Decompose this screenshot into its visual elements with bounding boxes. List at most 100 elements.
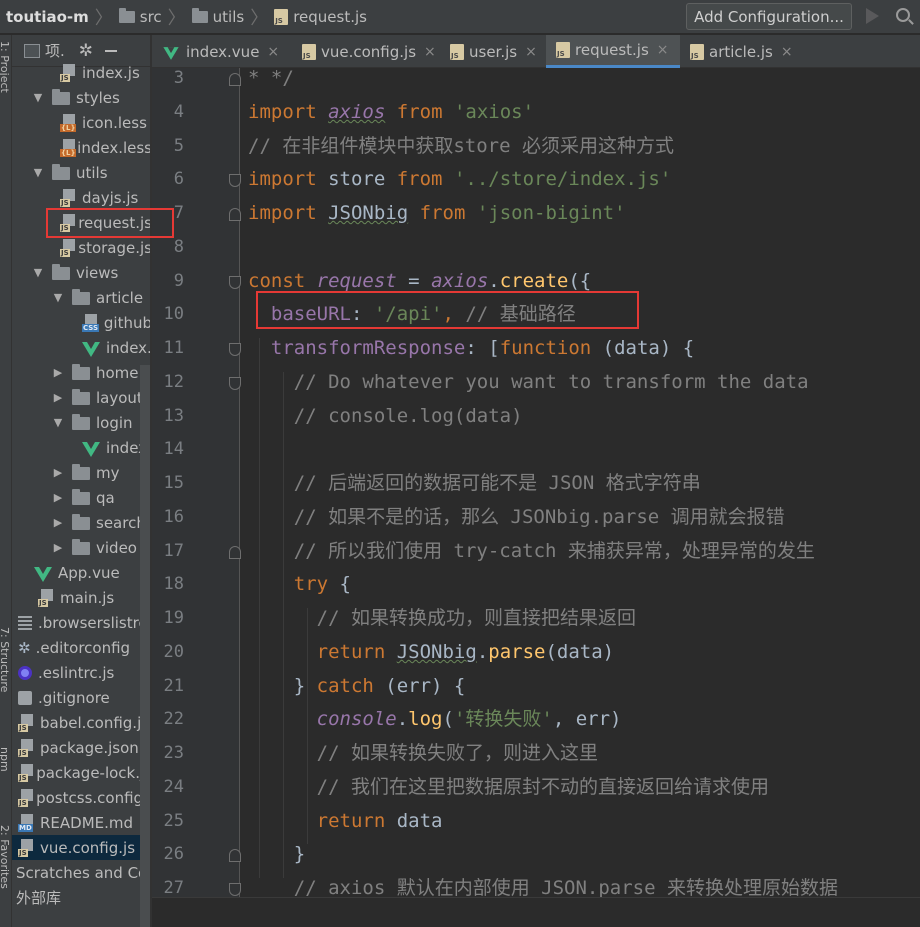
- close-icon[interactable]: ×: [657, 42, 669, 58]
- tab-index.vue[interactable]: index.vue ×: [152, 35, 292, 68]
- code-line[interactable]: // 后端返回的数据可能不是 JSON 格式字符串: [248, 470, 701, 496]
- project-view-selector[interactable]: 项.: [45, 40, 65, 61]
- fold-open-icon[interactable]: [229, 275, 241, 289]
- collapsed-arrow-icon[interactable]: ▶: [52, 541, 64, 554]
- search-icon[interactable]: [896, 8, 910, 22]
- tab-article.js[interactable]: article.js ×: [680, 35, 794, 68]
- code-line[interactable]: import store from '../store/index.js': [248, 166, 671, 192]
- collapse-icon[interactable]: [105, 49, 118, 52]
- fold-open-icon[interactable]: [229, 343, 241, 356]
- tree-file[interactable]: index.: [12, 335, 152, 360]
- code-line[interactable]: transformResponse: [function (data) {: [248, 335, 694, 361]
- breadcrumb-src[interactable]: src: [140, 8, 162, 26]
- code-line[interactable]: return JSONbig.parse(data): [248, 639, 614, 665]
- tree-folder-home[interactable]: ▶ home: [12, 360, 152, 385]
- collapsed-arrow-icon[interactable]: ▶: [52, 391, 64, 404]
- run-icon[interactable]: [866, 8, 879, 24]
- code-line[interactable]: // 所以我们使用 try-catch 来捕获异常，处理异常的发生: [248, 538, 815, 564]
- tree-file[interactable]: JS storage.js: [12, 235, 152, 260]
- expanded-arrow-icon[interactable]: ▼: [52, 416, 64, 429]
- editor-horizontal-scroll[interactable]: [152, 897, 920, 927]
- close-icon[interactable]: ×: [424, 44, 436, 60]
- tree-file[interactable]: 外部库: [12, 885, 152, 910]
- collapsed-arrow-icon[interactable]: ▶: [52, 366, 64, 379]
- tree-file[interactable]: JS package.json: [12, 735, 152, 760]
- tree-file[interactable]: {L} index.less: [12, 135, 152, 160]
- breadcrumb-file[interactable]: request.js: [293, 8, 367, 26]
- tab-vue.config.js[interactable]: vue.config.js ×: [292, 35, 440, 68]
- tree-folder-my[interactable]: ▶ my: [12, 460, 152, 485]
- tree-file[interactable]: JS request.js: [12, 210, 152, 235]
- tree-file[interactable]: JS postcss.config.j: [12, 785, 152, 810]
- expanded-arrow-icon[interactable]: ▼: [32, 266, 44, 279]
- collapsed-arrow-icon[interactable]: ▶: [52, 466, 64, 479]
- tree-folder-search[interactable]: ▶ search: [12, 510, 152, 535]
- code-line[interactable]: } catch (err) {: [248, 673, 466, 699]
- collapsed-arrow-icon[interactable]: ▶: [52, 491, 64, 504]
- code-line[interactable]: try {: [248, 571, 351, 597]
- collapsed-arrow-icon[interactable]: ▶: [52, 516, 64, 529]
- fold-close-icon[interactable]: [229, 208, 241, 221]
- code-line[interactable]: import axios from 'axios': [248, 99, 534, 125]
- fold-close-icon[interactable]: [229, 73, 241, 86]
- tree-file[interactable]: JS vue.config.js: [12, 835, 152, 860]
- close-icon[interactable]: ×: [525, 44, 537, 60]
- tree-file[interactable]: .gitignore: [12, 685, 152, 710]
- code-line[interactable]: // 我们在这里把数据原封不动的直接返回给请求使用: [248, 774, 769, 800]
- code-line[interactable]: // 在非组件模块中获取store 必须采用这种方式: [248, 133, 674, 159]
- tree-folder-views[interactable]: ▼ views: [12, 260, 152, 285]
- tree-file[interactable]: Scratches and Con: [12, 860, 152, 885]
- tree-file[interactable]: {L} icon.less: [12, 110, 152, 135]
- fold-open-icon[interactable]: [229, 883, 241, 896]
- code-line[interactable]: // Do whatever you want to transform the…: [248, 369, 809, 395]
- tab-request.js[interactable]: request.js ×: [546, 35, 680, 68]
- tree-file[interactable]: CSS github: [12, 310, 152, 335]
- tree-file[interactable]: JS package-lock.js: [12, 760, 152, 785]
- gear-icon[interactable]: ✲: [79, 41, 93, 61]
- fold-close-icon[interactable]: [229, 849, 241, 863]
- project-scrollbar[interactable]: [140, 365, 150, 927]
- expanded-arrow-icon[interactable]: ▼: [32, 91, 44, 104]
- code-line[interactable]: const request = axios.create({: [248, 268, 591, 294]
- tree-folder-styles[interactable]: ▼ styles: [12, 85, 152, 110]
- project-tool-label[interactable]: 1: Project: [0, 41, 11, 93]
- breadcrumb-project[interactable]: toutiao-m: [6, 8, 89, 26]
- code-line[interactable]: import JSONbig from 'json-bigint': [248, 200, 626, 226]
- tree-file[interactable]: ✲ .editorconfig: [12, 635, 152, 660]
- tree-folder-login[interactable]: ▼ login: [12, 410, 152, 435]
- npm-tool-label[interactable]: npm: [0, 747, 11, 772]
- tab-user.js[interactable]: user.js ×: [440, 35, 546, 68]
- expanded-arrow-icon[interactable]: ▼: [32, 166, 44, 179]
- tree-folder-layout[interactable]: ▶ layout: [12, 385, 152, 410]
- favorites-tool-label[interactable]: 2: Favorites: [0, 825, 11, 889]
- expanded-arrow-icon[interactable]: ▼: [52, 291, 64, 304]
- code-editor[interactable]: 3 4 5 6 7 8 9 10 11 12 13 14 15 16 17 18 19 20 21 22 23 24 25 2…: [152, 68, 920, 927]
- code-line[interactable]: // 如果不是的话，那么 JSONbig.parse 调用就会报错: [248, 504, 785, 530]
- code-line[interactable]: // 如果转换失败了，则进入这里: [248, 740, 598, 766]
- tree-file[interactable]: .eslintrc.js: [12, 660, 152, 685]
- tree-file[interactable]: index.: [12, 435, 152, 460]
- code-line[interactable]: // console.log(data): [248, 403, 523, 429]
- tree-file[interactable]: .browserslistrc: [12, 610, 152, 635]
- code-line[interactable]: return data: [248, 808, 443, 834]
- tree-folder-video[interactable]: ▶ video: [12, 535, 152, 560]
- code-line[interactable]: }: [248, 841, 305, 867]
- tree-file[interactable]: App.vue: [12, 560, 152, 585]
- tree-folder-utils[interactable]: ▼ utils: [12, 160, 152, 185]
- close-icon[interactable]: ×: [267, 44, 279, 60]
- add-configuration-button[interactable]: Add Configuration...: [686, 3, 852, 30]
- tree-file[interactable]: JS dayjs.js: [12, 185, 152, 210]
- tree-file[interactable]: JS index.js: [12, 60, 152, 85]
- tree-file[interactable]: MD README.md: [12, 810, 152, 835]
- fold-open-icon[interactable]: [229, 174, 241, 188]
- tree-file[interactable]: JS main.js: [12, 585, 152, 610]
- tree-folder-article[interactable]: ▼ article: [12, 285, 152, 310]
- code-line[interactable]: * */: [248, 68, 294, 91]
- fold-close-icon[interactable]: [229, 545, 241, 559]
- code-line[interactable]: console.log('转换失败', err): [248, 706, 622, 732]
- breadcrumb-utils[interactable]: utils: [213, 8, 245, 26]
- close-icon[interactable]: ×: [781, 44, 793, 60]
- code-line[interactable]: baseURL: '/api', // 基础路径: [248, 301, 576, 327]
- tree-file[interactable]: JS babel.config.js: [12, 710, 152, 735]
- fold-open-icon[interactable]: [229, 376, 241, 390]
